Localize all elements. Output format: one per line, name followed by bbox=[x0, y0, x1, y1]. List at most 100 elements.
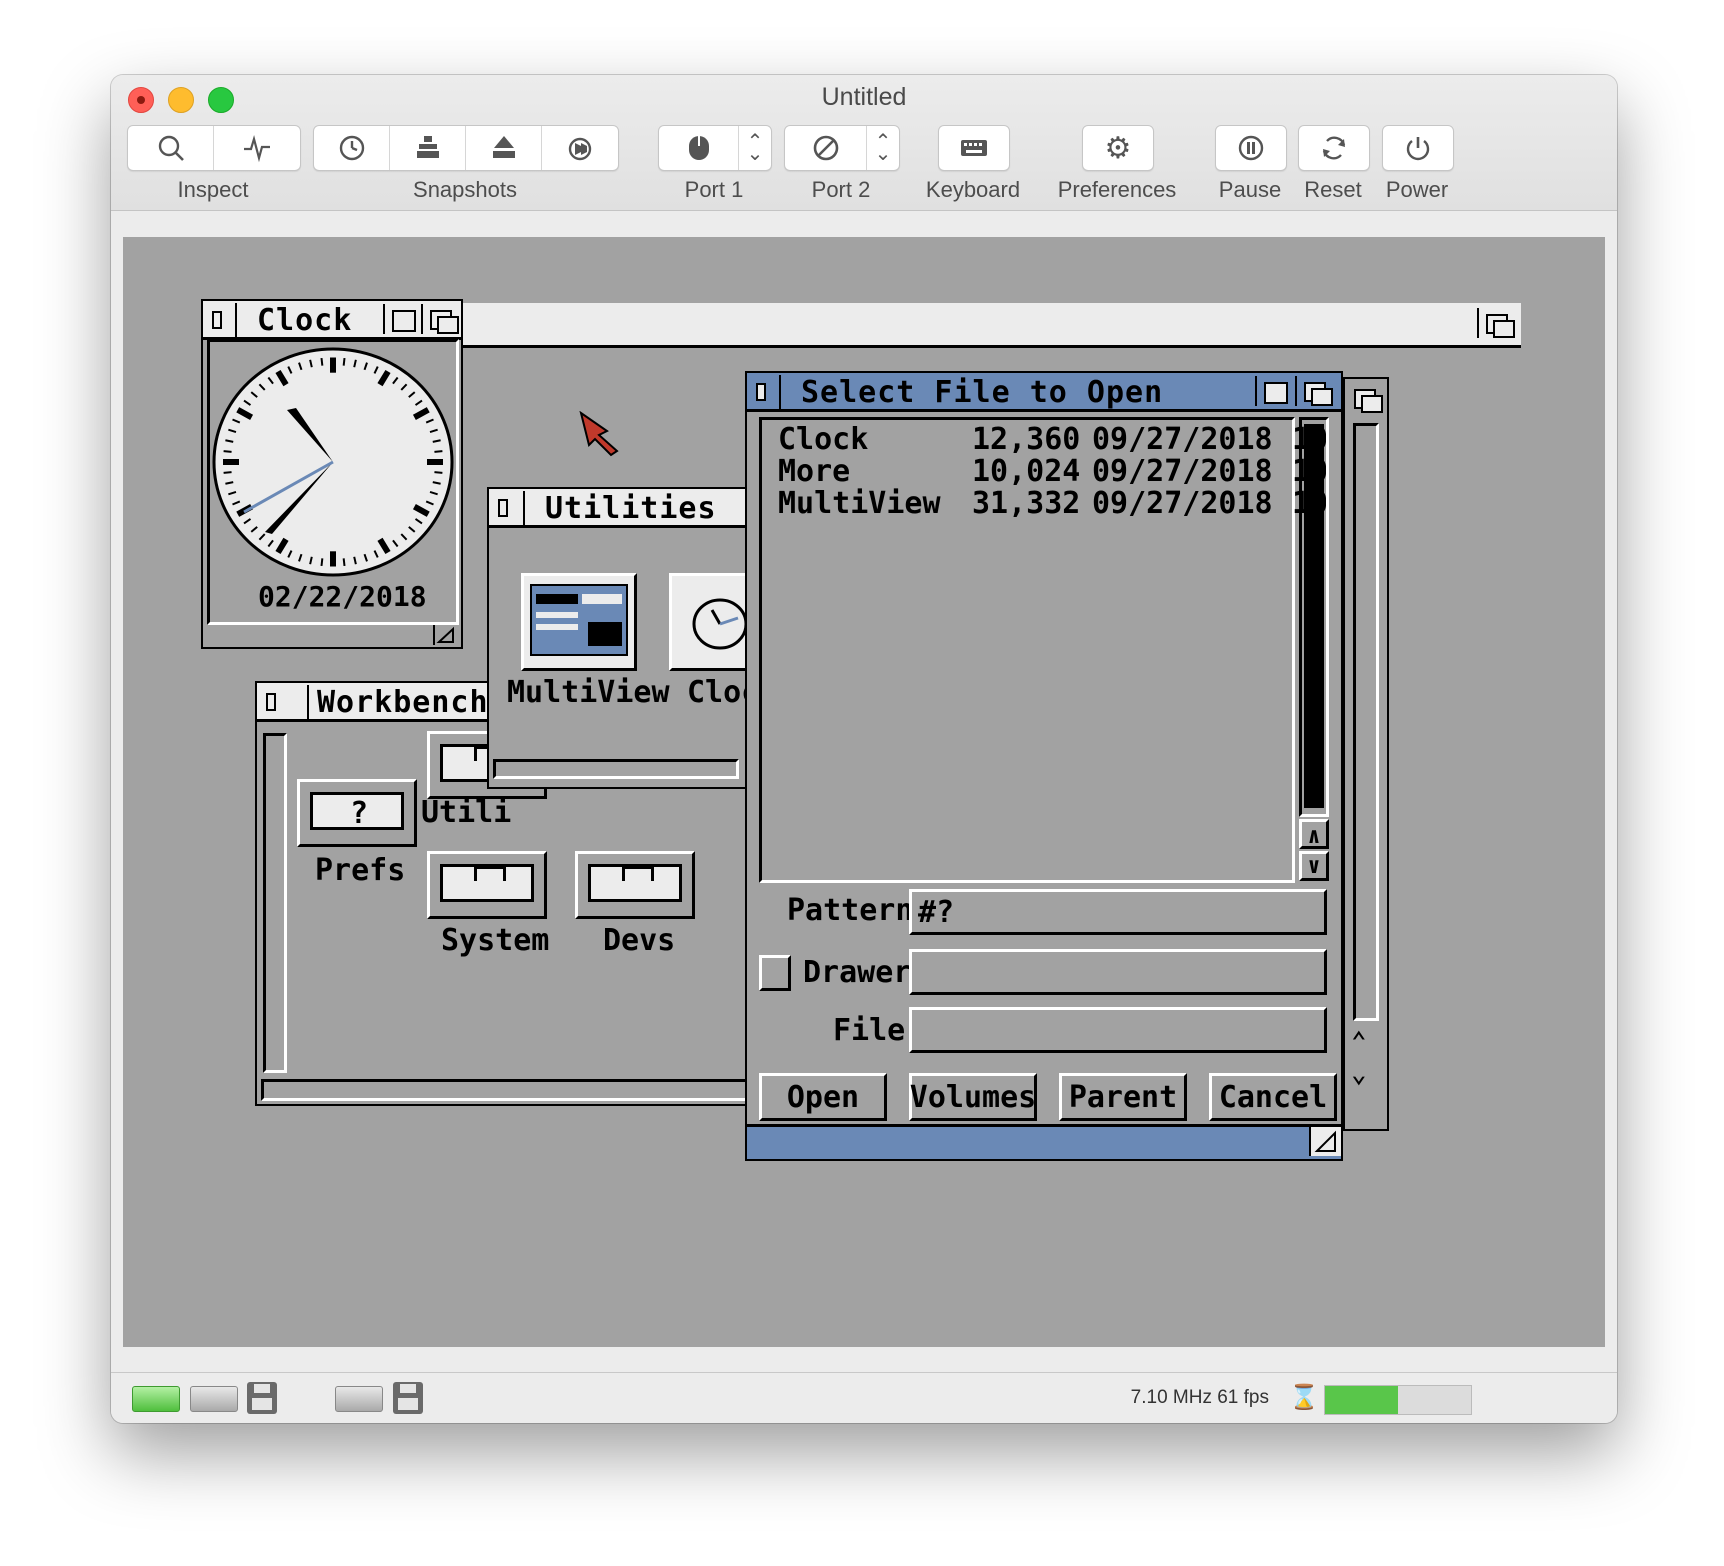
workbench-close-gadget[interactable] bbox=[263, 690, 277, 712]
requester-zoom-gadget[interactable] bbox=[1255, 376, 1291, 406]
keyboard-button[interactable] bbox=[939, 126, 1009, 170]
preferences-button[interactable]: ⚙ bbox=[1083, 126, 1153, 170]
power-label: Power bbox=[1385, 177, 1449, 202]
scroll-down-arrow-icon[interactable]: ⌄ bbox=[1351, 1059, 1367, 1089]
scroll-down-arrow-icon[interactable]: ∨ bbox=[1299, 851, 1329, 881]
clock-minute-tick bbox=[342, 357, 346, 366]
port2-stepper[interactable]: ⌃ ⌄ bbox=[867, 126, 899, 170]
workbench-hscroll[interactable] bbox=[261, 1079, 801, 1101]
magnifier-icon bbox=[158, 135, 184, 161]
multiview-label: MultiView bbox=[507, 675, 670, 710]
devs-drawer[interactable] bbox=[575, 851, 695, 919]
utilities-title: Utilities bbox=[523, 491, 717, 526]
file-list[interactable]: Clock12,36009/27/201810 More10,02409/27/… bbox=[759, 417, 1328, 883]
pattern-field[interactable]: #? bbox=[909, 889, 1327, 935]
clock-window: Clock 02/22/2018 bbox=[201, 299, 463, 649]
file-row[interactable]: Clock12,36009/27/201810 bbox=[778, 422, 1328, 457]
reset-group bbox=[1298, 125, 1370, 171]
scroll-up-arrow-icon[interactable]: ∧ bbox=[1299, 819, 1329, 849]
speed-gauge-fill bbox=[1325, 1386, 1398, 1414]
rewind-button[interactable] bbox=[542, 126, 618, 170]
requester-close-gadget[interactable] bbox=[753, 380, 767, 402]
gear-icon: ⚙ bbox=[1104, 131, 1132, 165]
file-row[interactable]: MultiView31,33209/27/201810 bbox=[778, 486, 1328, 521]
workbench-vscroll[interactable] bbox=[263, 733, 287, 1073]
none-icon bbox=[813, 135, 838, 161]
preferences-label: Preferences bbox=[1057, 177, 1177, 202]
drawer-field[interactable] bbox=[909, 949, 1327, 995]
background-vscroll[interactable] bbox=[1353, 423, 1379, 1021]
prefs-drawer[interactable]: ? bbox=[297, 779, 417, 847]
requester-bottom-bar bbox=[747, 1124, 1341, 1159]
open-button[interactable]: Open bbox=[759, 1073, 887, 1121]
hourglass-icon[interactable]: ⌛ bbox=[1289, 1383, 1319, 1412]
clock-restore-icon bbox=[339, 135, 364, 161]
reset-label: Reset bbox=[1304, 177, 1362, 202]
port1-selector[interactable]: ⌃ ⌄ bbox=[658, 125, 772, 171]
requester-titlebar: Select File to Open bbox=[747, 373, 1341, 412]
requester-depth-gadget[interactable] bbox=[1295, 376, 1333, 406]
floppy-df0-icon[interactable] bbox=[247, 1382, 277, 1414]
background-depth-gadget[interactable] bbox=[1347, 383, 1383, 413]
background-window-edge: ⌃ ⌄ bbox=[1343, 377, 1389, 1131]
monitor-button[interactable] bbox=[214, 126, 300, 170]
system-drawer[interactable] bbox=[427, 851, 547, 919]
drawer-checkbox[interactable] bbox=[759, 955, 791, 991]
snapshot-restore-button[interactable] bbox=[314, 126, 390, 170]
inspect-group bbox=[127, 125, 301, 171]
inspect-label: Inspect bbox=[177, 177, 249, 202]
file-requester-window: Select File to Open Clock 12,360 09/27/201… bbox=[745, 371, 1343, 1161]
file-label: File bbox=[833, 1013, 906, 1048]
window-title: Untitled bbox=[821, 83, 907, 111]
devs-label: Devs bbox=[603, 923, 676, 958]
pause-button[interactable] bbox=[1216, 126, 1286, 170]
clock-date: 02/22/2018 bbox=[258, 580, 427, 613]
clock-minute-tick bbox=[342, 558, 346, 567]
port2-device[interactable] bbox=[785, 126, 867, 170]
drive-df0-icon[interactable] bbox=[132, 1386, 180, 1412]
snapshot-restore-icon bbox=[492, 136, 515, 158]
volumes-button[interactable]: Volumes bbox=[909, 1073, 1037, 1121]
drive-df1-icon[interactable] bbox=[190, 1386, 238, 1412]
clock-depth-gadget[interactable] bbox=[421, 304, 459, 334]
file-row[interactable]: More10,02409/27/201810 bbox=[778, 454, 1328, 489]
clock-zoom-gadget[interactable] bbox=[383, 304, 419, 334]
screen-depth-gadget[interactable] bbox=[1477, 308, 1515, 338]
titlebar: Untitled Inspect Snapshots ⌃ ⌄ Port 1 ⌃ … bbox=[111, 75, 1617, 211]
drive-df2-icon[interactable] bbox=[335, 1386, 383, 1412]
multiview-icon[interactable] bbox=[521, 573, 637, 671]
file-field[interactable] bbox=[909, 1007, 1327, 1053]
port1-label: Port 1 bbox=[684, 177, 744, 202]
power-button[interactable] bbox=[1383, 126, 1453, 170]
snapshot-stack-button[interactable] bbox=[466, 126, 542, 170]
port2-label: Port 2 bbox=[811, 177, 871, 202]
snapshot-take-icon bbox=[416, 136, 439, 158]
resize-gadget-icon[interactable] bbox=[433, 625, 457, 645]
floppy-df1-icon[interactable] bbox=[393, 1382, 423, 1414]
port1-device[interactable] bbox=[659, 126, 739, 170]
clock-minute-tick bbox=[320, 357, 324, 366]
pulse-icon bbox=[244, 134, 270, 163]
scroll-up-arrow-icon[interactable]: ⌃ bbox=[1351, 1027, 1367, 1057]
cancel-button[interactable]: Cancel bbox=[1209, 1073, 1337, 1121]
speed-gauge bbox=[1324, 1385, 1472, 1415]
prefs-label: Prefs bbox=[315, 853, 406, 888]
utilities-hscroll[interactable] bbox=[493, 759, 739, 779]
rewind-icon bbox=[568, 137, 592, 161]
port1-stepper[interactable]: ⌃ ⌄ bbox=[739, 126, 771, 170]
scroll-knob[interactable] bbox=[1304, 424, 1324, 808]
snapshot-take-button[interactable] bbox=[390, 126, 466, 170]
utilities-close-gadget[interactable] bbox=[495, 496, 509, 518]
parent-button[interactable]: Parent bbox=[1059, 1073, 1187, 1121]
inspector-button[interactable] bbox=[128, 126, 214, 170]
pause-label: Pause bbox=[1218, 177, 1282, 202]
reset-icon bbox=[1322, 136, 1346, 160]
system-label: System bbox=[441, 923, 550, 958]
emulator-screen[interactable]: Workbench3.1 ? Prefs Utili System Devs U… bbox=[123, 237, 1605, 1347]
resize-gadget-icon[interactable] bbox=[1309, 1127, 1341, 1156]
speed-readout: 7.10 MHz 61 fps bbox=[1130, 1387, 1269, 1408]
port2-selector[interactable]: ⌃ ⌄ bbox=[784, 125, 900, 171]
clock-close-gadget[interactable] bbox=[209, 308, 223, 330]
reset-button[interactable] bbox=[1299, 126, 1369, 170]
file-list-scrollbar[interactable] bbox=[1299, 417, 1329, 817]
